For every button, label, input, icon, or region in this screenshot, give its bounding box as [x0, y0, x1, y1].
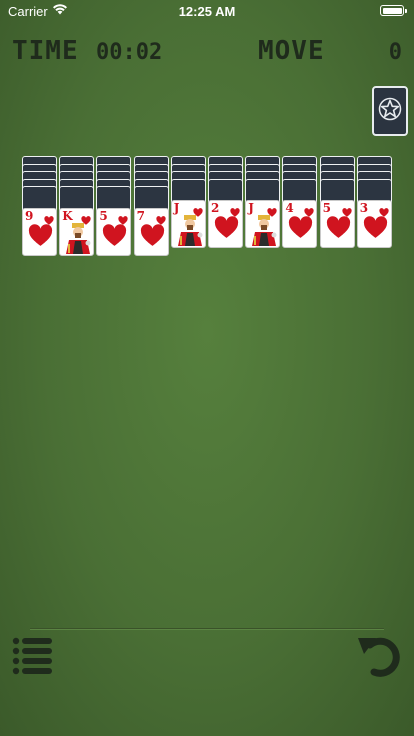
card-face-up[interactable]: 9	[22, 207, 57, 256]
card-face-up[interactable]: 5	[96, 207, 132, 256]
list-icon	[12, 637, 54, 680]
star-button[interactable]	[372, 86, 408, 136]
card-face-up[interactable]: K	[59, 207, 95, 256]
card-face-up[interactable]: 3	[356, 200, 392, 248]
bottom-divider	[30, 628, 384, 630]
undo-icon	[356, 637, 404, 682]
heart-icon	[214, 216, 239, 245]
time-label: TIME	[12, 36, 79, 66]
card-rank: 4	[285, 201, 294, 215]
card-face-up[interactable]: 2	[208, 200, 243, 248]
heart-icon	[140, 223, 165, 253]
heart-icon	[363, 216, 388, 245]
heart-icon	[288, 216, 313, 245]
card-face-up[interactable]: J	[170, 200, 206, 248]
card-face-up[interactable]: J	[245, 200, 281, 248]
card-rank: 2	[211, 201, 220, 215]
heart-icon	[326, 216, 351, 245]
move-label: MOVE	[258, 36, 325, 66]
undo-button[interactable]	[356, 632, 404, 678]
status-bar: Carrier 12:25 AM	[0, 0, 414, 22]
menu-button[interactable]	[12, 636, 54, 676]
card-face-up[interactable]: 7	[133, 207, 169, 256]
battery-icon	[380, 5, 407, 16]
card-rank: 5	[322, 201, 331, 215]
court-figure-icon	[250, 214, 278, 247]
time-value: 00:02	[96, 40, 163, 65]
card-rank: 9	[25, 208, 34, 223]
star-icon	[378, 97, 402, 125]
card-rank: 5	[99, 208, 108, 223]
heart-icon	[28, 223, 53, 253]
heart-icon	[102, 223, 127, 253]
tableau: 9K57J2J453	[22, 156, 394, 266]
court-figure-icon	[64, 222, 92, 255]
court-figure-icon	[176, 214, 204, 247]
card-face-up[interactable]: 4	[282, 200, 318, 248]
card-face-up[interactable]: 5	[319, 200, 355, 248]
move-value: 0	[388, 40, 402, 65]
card-rank: 7	[136, 208, 145, 223]
status-clock: 12:25 AM	[178, 4, 236, 19]
card-rank: 3	[359, 201, 369, 215]
